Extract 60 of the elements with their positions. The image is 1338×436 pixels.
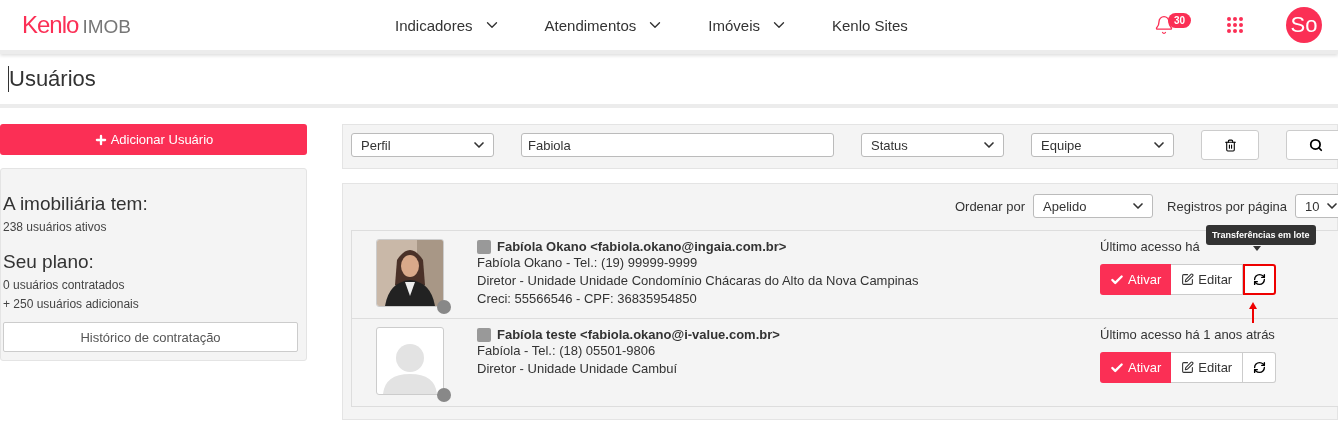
check-icon xyxy=(1110,360,1124,375)
person-silhouette-icon xyxy=(381,342,439,394)
logo-suffix: IMOB xyxy=(82,16,131,38)
apps-grid-icon[interactable] xyxy=(1226,16,1244,34)
status-square xyxy=(477,327,491,342)
notification-badge: 30 xyxy=(1168,13,1192,28)
sort-label: Ordenar por xyxy=(954,198,1026,214)
logo-text: Kenlo xyxy=(22,11,79,39)
transfer-button[interactable] xyxy=(1243,264,1277,295)
last-access-text: Último acesso há xyxy=(1100,239,1200,254)
user-detail: Diretor - Unidade Unidade Condomínio Chácaras do Alto da Nova Campinas xyxy=(477,272,920,290)
plus-icon xyxy=(93,132,108,147)
transfer-button[interactable] xyxy=(1243,352,1277,383)
sort-select[interactable]: Apelido xyxy=(1033,194,1154,218)
user-name: Fabíola teste <fabiola.okano@i-value.com.br> xyxy=(497,327,780,342)
page-title: Usuários xyxy=(9,66,96,92)
trash-icon xyxy=(1223,138,1237,152)
nav-link[interactable]: Indicadores xyxy=(395,16,501,34)
per-page-select[interactable]: 10 xyxy=(1295,194,1338,218)
history-button[interactable]: Histórico de contratação xyxy=(3,322,298,352)
edit-icon xyxy=(1181,361,1195,374)
search-icon xyxy=(1309,138,1323,152)
filter-select[interactable]: Status xyxy=(861,133,1004,157)
user-name: Fabíola Okano <fabiola.okano@ingaia.com.br> xyxy=(497,239,787,254)
edit-button[interactable]: Editar xyxy=(1171,352,1244,383)
summary-text: 238 usuários ativos xyxy=(3,219,108,236)
bell-icon[interactable] xyxy=(1154,15,1174,35)
tooltip-arrow xyxy=(1253,246,1261,251)
check-icon xyxy=(1110,272,1124,287)
per-page-label: Registros por página xyxy=(1167,198,1287,214)
nav-link[interactable]: Kenlo Sites xyxy=(832,16,908,34)
nav-link[interactable]: Atendimentos xyxy=(544,16,665,34)
activate-button[interactable]: Ativar xyxy=(1100,352,1172,383)
refresh-icon xyxy=(1252,361,1266,374)
filter-select[interactable]: Equipe xyxy=(1031,133,1174,157)
tooltip: Transferências em lote xyxy=(1206,225,1316,245)
plan-text: + 250 usuários adicionais xyxy=(3,296,140,313)
edit-icon xyxy=(1181,273,1195,286)
user-detail: Fabíola Okano - Tel.: (19) 99999-9999 xyxy=(477,254,699,272)
search-button[interactable] xyxy=(1286,130,1338,160)
user-detail: Creci: 55566546 - CPF: 36835954850 xyxy=(477,290,698,308)
pointer-arrow xyxy=(1248,302,1258,324)
refresh-icon xyxy=(1253,273,1267,286)
last-access-text: Último acesso há 1 anos atrás xyxy=(1100,327,1275,342)
plan-heading: Seu plano: xyxy=(3,251,95,273)
user-avatar[interactable]: So xyxy=(1286,7,1322,43)
user-detail: Fabíola - Tel.: (18) 05501-9806 xyxy=(477,342,657,360)
user-detail: Diretor - Unidade Unidade Cambuí xyxy=(477,360,679,378)
clear-button[interactable] xyxy=(1201,130,1259,160)
search-field[interactable]: Fabiola xyxy=(521,133,834,157)
status-dot xyxy=(437,300,451,314)
filter-select[interactable]: Perfil xyxy=(351,133,494,157)
activate-button[interactable]: Ativar xyxy=(1100,264,1172,295)
plan-text: 0 usuários contratados xyxy=(3,277,126,294)
add-user-button[interactable]: Adicionar Usuário xyxy=(0,124,307,155)
status-dot xyxy=(437,388,451,402)
edit-button[interactable]: Editar xyxy=(1171,264,1244,295)
status-square xyxy=(477,239,491,254)
summary-heading: A imobiliária tem: xyxy=(3,193,149,215)
nav-link[interactable]: Imóveis xyxy=(708,16,788,34)
